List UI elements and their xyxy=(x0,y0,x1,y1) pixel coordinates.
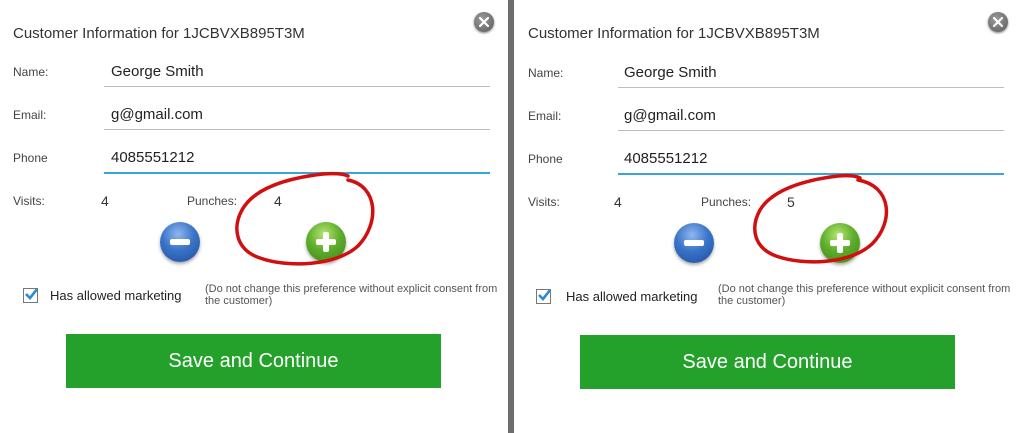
checkmark-icon xyxy=(538,289,551,301)
punches-value: 5 xyxy=(787,194,795,210)
minus-icon xyxy=(684,240,704,246)
visits-label: Visits: xyxy=(528,195,560,209)
email-label: Email: xyxy=(528,109,562,123)
email-input[interactable]: g@gmail.com xyxy=(111,106,203,123)
name-underline xyxy=(618,87,1004,88)
phone-label: Phone xyxy=(528,152,563,166)
email-underline xyxy=(618,130,1004,131)
decrement-punches-button[interactable] xyxy=(674,223,714,263)
name-label: Name: xyxy=(528,66,564,80)
checkmark-icon xyxy=(25,288,38,300)
visits-value: 4 xyxy=(101,193,109,209)
dialog-title: Customer Information for 1JCBVXB895T3M xyxy=(528,25,820,42)
marketing-checkbox[interactable] xyxy=(23,288,38,303)
phone-label: Phone xyxy=(13,151,48,165)
red-circle-annotation xyxy=(753,173,889,264)
punches-label: Punches: xyxy=(701,195,752,209)
marketing-label: Has allowed marketing xyxy=(50,288,182,303)
name-input[interactable]: George Smith xyxy=(624,64,717,81)
name-input[interactable]: George Smith xyxy=(111,63,204,80)
phone-underline xyxy=(104,172,490,174)
customer-dialog-after: Customer Information for 1JCBVXB895T3M N… xyxy=(514,0,1023,433)
visits-value: 4 xyxy=(614,194,622,210)
marketing-note: (Do not change this preference without e… xyxy=(205,283,498,307)
customer-dialog-before: Customer Information for 1JCBVXB895T3M N… xyxy=(0,0,508,433)
visits-label: Visits: xyxy=(13,194,45,208)
minus-icon xyxy=(170,239,190,245)
phone-input[interactable]: 4085551212 xyxy=(624,150,707,167)
phone-underline xyxy=(618,173,1004,175)
punches-label: Punches: xyxy=(187,194,238,208)
close-button[interactable] xyxy=(988,12,1008,32)
increment-punches-button[interactable] xyxy=(306,222,346,262)
phone-input[interactable]: 4085551212 xyxy=(111,149,194,166)
marketing-note: (Do not change this preference without e… xyxy=(718,283,1011,307)
close-icon xyxy=(993,17,1003,27)
save-and-continue-button[interactable]: Save and Continue xyxy=(66,334,441,388)
marketing-checkbox[interactable] xyxy=(536,289,551,304)
name-label: Name: xyxy=(13,65,49,79)
email-label: Email: xyxy=(13,108,47,122)
close-icon xyxy=(479,17,489,27)
marketing-label: Has allowed marketing xyxy=(566,289,698,304)
punches-value: 4 xyxy=(274,193,282,209)
name-underline xyxy=(104,86,490,87)
save-and-continue-button[interactable]: Save and Continue xyxy=(580,335,955,389)
dialog-title: Customer Information for 1JCBVXB895T3M xyxy=(13,25,305,42)
decrement-punches-button[interactable] xyxy=(160,222,200,262)
close-button[interactable] xyxy=(474,12,494,32)
email-input[interactable]: g@gmail.com xyxy=(624,107,716,124)
email-underline xyxy=(104,129,490,130)
red-circle-annotation xyxy=(235,171,375,266)
increment-punches-button[interactable] xyxy=(820,223,860,263)
